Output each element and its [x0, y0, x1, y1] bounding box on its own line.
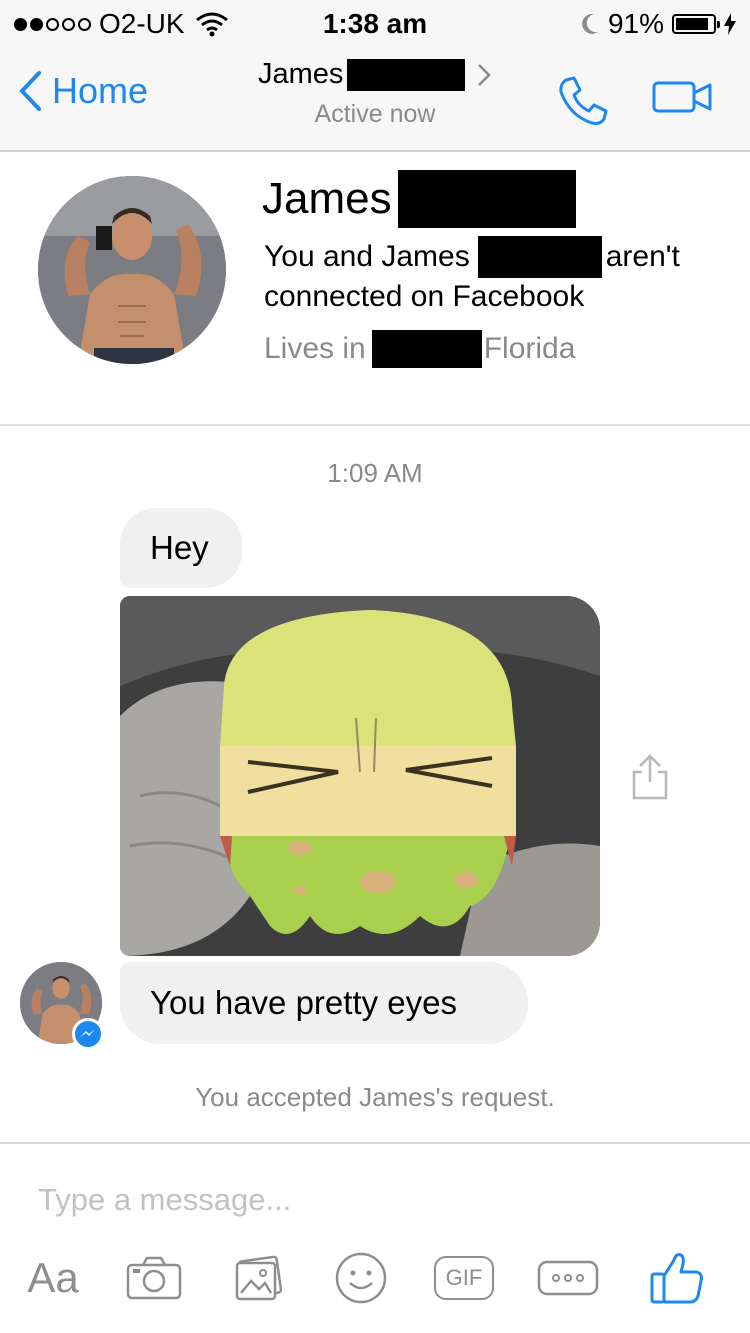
charging-bolt-icon — [724, 13, 736, 35]
profile-header: James You and James aren't connected on … — [0, 152, 750, 426]
messenger-bolt-icon — [80, 1029, 95, 1037]
chevron-right-icon — [478, 63, 492, 86]
message-composer: Aa GIF — [0, 1142, 750, 1333]
video-camera-icon — [652, 81, 712, 113]
more-dots-icon — [537, 1260, 599, 1296]
conversation-header: Home James Active now — [0, 48, 750, 152]
messenger-badge-icon — [72, 1018, 104, 1050]
camera-icon — [126, 1256, 182, 1300]
connection-info-line-1: You and James aren't — [264, 236, 680, 278]
gif-label: GIF — [445, 1265, 483, 1290]
battery-percent: 91% — [607, 8, 664, 39]
redaction-bar — [477, 236, 602, 278]
message-text: Hey — [150, 529, 209, 566]
message-bubble[interactable]: You have pretty eyes — [120, 962, 528, 1044]
video-call-button[interactable] — [652, 80, 714, 119]
location-text: Florida — [483, 332, 576, 365]
photo-gallery-button[interactable] — [230, 1248, 286, 1308]
profile-name: James — [262, 170, 576, 228]
message-text: You have pretty eyes — [150, 984, 457, 1021]
message-timestamp: 1:09 AM — [327, 458, 423, 488]
call-button[interactable] — [556, 74, 610, 133]
contact-name: James — [258, 58, 344, 90]
profile-avatar[interactable] — [38, 176, 226, 364]
share-icon — [632, 754, 668, 800]
redaction-bar — [371, 330, 482, 368]
status-bar: O2-UK 1:38 am 91% — [0, 0, 750, 48]
sticker-photo — [120, 596, 600, 956]
connection-text-cont: connected on Facebook — [264, 280, 585, 313]
profile-name-text: James — [262, 174, 392, 223]
gif-icon: GIF — [434, 1256, 494, 1300]
status-right: 91% — [580, 8, 736, 40]
share-button[interactable] — [630, 752, 670, 807]
request-accepted-notice: You accepted James's request. — [195, 1082, 555, 1112]
text-format-label: Aa — [27, 1254, 79, 1301]
battery-icon — [672, 14, 720, 34]
phone-icon — [559, 76, 608, 125]
text-format-button[interactable]: Aa — [18, 1248, 88, 1308]
thumbs-up-icon — [650, 1253, 703, 1304]
location-line: Lives in Florida — [264, 330, 575, 368]
message-bubble[interactable]: Hey — [120, 508, 242, 588]
profile-photo — [38, 176, 226, 364]
photo-gallery-icon — [235, 1255, 283, 1301]
like-button[interactable] — [646, 1248, 708, 1308]
lives-in-label: Lives in — [264, 332, 366, 365]
do-not-disturb-moon-icon — [582, 13, 598, 34]
connection-info-line-2: connected on Facebook — [264, 280, 584, 314]
contact-title[interactable]: James — [258, 58, 492, 91]
more-options-button[interactable] — [536, 1248, 600, 1308]
redaction-bar — [397, 170, 576, 228]
redaction-bar — [347, 58, 466, 91]
gif-button[interactable]: GIF — [432, 1248, 496, 1308]
battery-level-fill — [676, 18, 709, 30]
connection-text-end: aren't — [605, 240, 680, 273]
connection-text: You and James — [264, 240, 470, 273]
emoji-button[interactable] — [332, 1248, 390, 1308]
camera-button[interactable] — [124, 1248, 184, 1308]
smiley-icon — [335, 1252, 387, 1304]
message-input[interactable] — [38, 1178, 698, 1222]
image-message[interactable] — [120, 596, 600, 956]
active-status: Active now — [314, 100, 436, 128]
